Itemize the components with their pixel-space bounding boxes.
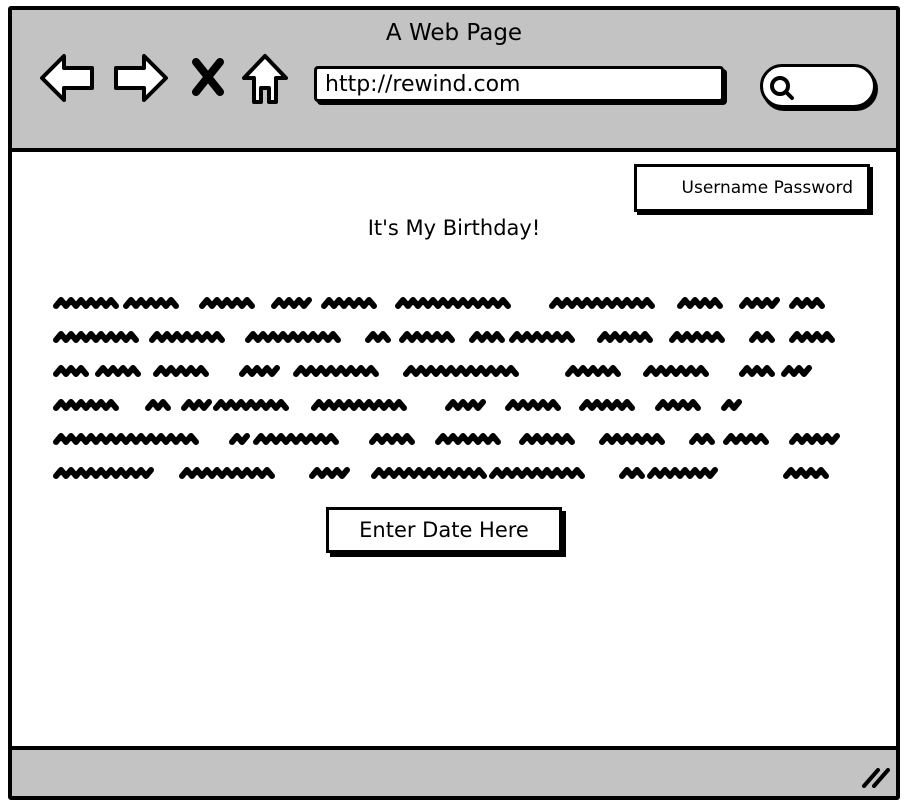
window-title: A Web Page (385, 20, 523, 46)
login-widget[interactable]: Username Password (634, 164, 870, 212)
status-bar (12, 746, 896, 796)
enter-date-button[interactable]: Enter Date Here (326, 507, 562, 553)
home-icon[interactable] (240, 50, 290, 106)
back-arrow-icon[interactable] (38, 50, 98, 106)
browser-window: A Web Page http://rewind.com Username Pa… (8, 6, 900, 800)
url-input[interactable]: http://rewind.com (314, 66, 724, 102)
search-icon (770, 76, 794, 100)
scribbled-paragraph (53, 297, 840, 479)
forward-arrow-icon[interactable] (110, 50, 170, 106)
close-x-icon[interactable] (190, 50, 226, 106)
search-input[interactable] (760, 64, 876, 108)
browser-chrome: A Web Page http://rewind.com (12, 10, 896, 152)
page-heading: It's My Birthday! (367, 216, 541, 240)
resize-grip-icon[interactable] (860, 764, 890, 788)
